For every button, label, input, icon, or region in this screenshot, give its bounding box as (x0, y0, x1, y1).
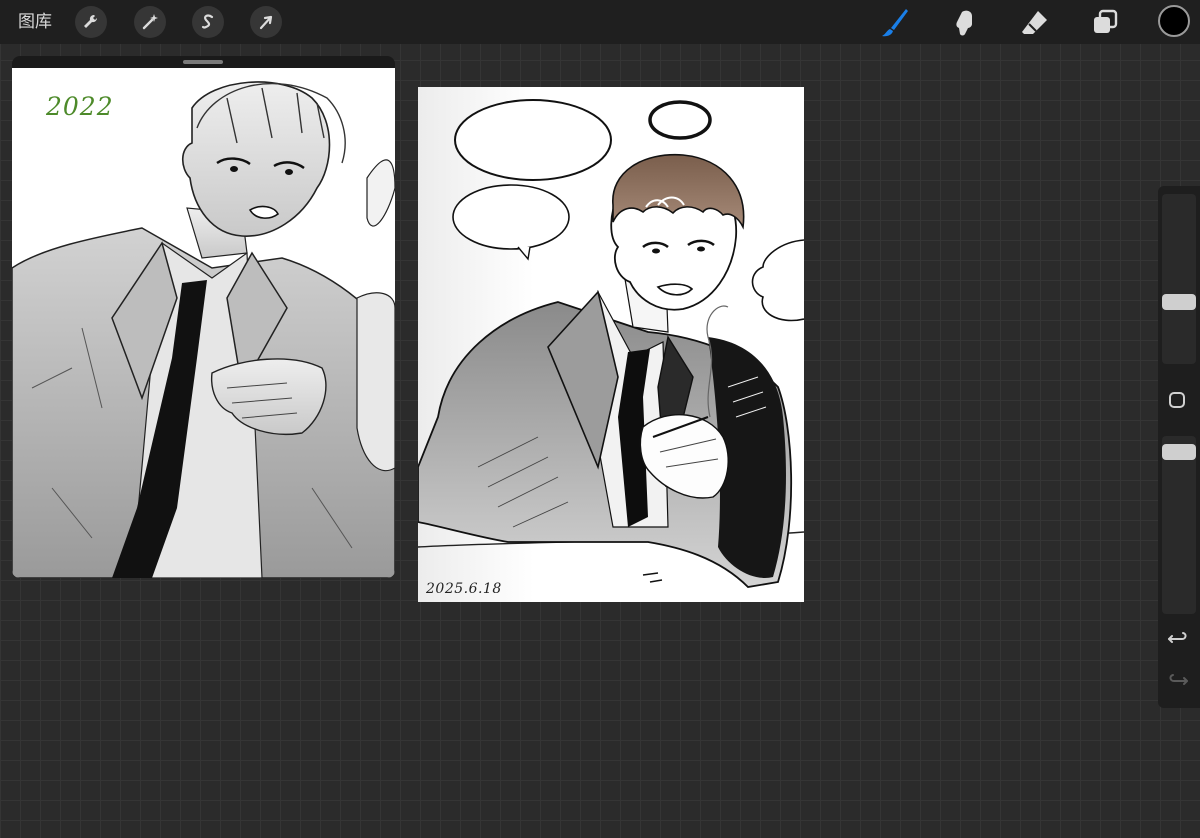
opacity-slider[interactable] (1162, 436, 1196, 614)
brush-size-slider[interactable] (1162, 194, 1196, 364)
brush-tool-button[interactable] (878, 6, 912, 40)
wrench-icon (84, 14, 98, 28)
undo-icon (1168, 632, 1187, 643)
layers-button[interactable] (1088, 6, 1122, 40)
arrow-cursor-icon (259, 15, 273, 30)
modify-button[interactable] (1169, 392, 1185, 408)
selection-button[interactable] (192, 6, 224, 38)
color-picker-button[interactable] (1158, 5, 1190, 37)
transform-button[interactable] (250, 6, 282, 38)
gallery-button[interactable]: 图库 (18, 11, 52, 33)
redo-button[interactable] (1166, 670, 1190, 692)
date-signature: 2025.6.18 (426, 581, 502, 597)
smudge-tool-button[interactable] (948, 6, 982, 40)
reference-sketch-illustration (12, 81, 395, 578)
magic-wand-icon (142, 14, 158, 30)
drawing-canvas[interactable]: 2025.6.18 (418, 87, 804, 602)
procreate-workspace[interactable]: 图库 2022 2025.6.18 (0, 0, 1200, 838)
brush-size-slider-handle[interactable] (1162, 294, 1196, 310)
smudge-icon (956, 10, 972, 36)
brush-icon (882, 9, 908, 37)
reference-window-handle[interactable] (183, 60, 223, 64)
eraser-icon (1022, 11, 1047, 34)
reference-image: 2022 (12, 68, 395, 578)
opacity-slider-handle[interactable] (1162, 444, 1196, 460)
adjustments-button[interactable] (134, 6, 166, 38)
undo-button[interactable] (1166, 628, 1190, 650)
top-toolbar: 图库 (0, 0, 1200, 44)
eraser-tool-button[interactable] (1018, 6, 1052, 40)
canvas-illustration (418, 87, 804, 602)
selection-s-icon (201, 14, 214, 29)
layers-icon (1094, 9, 1118, 33)
redo-icon (1169, 674, 1188, 685)
actions-button[interactable] (75, 6, 107, 38)
